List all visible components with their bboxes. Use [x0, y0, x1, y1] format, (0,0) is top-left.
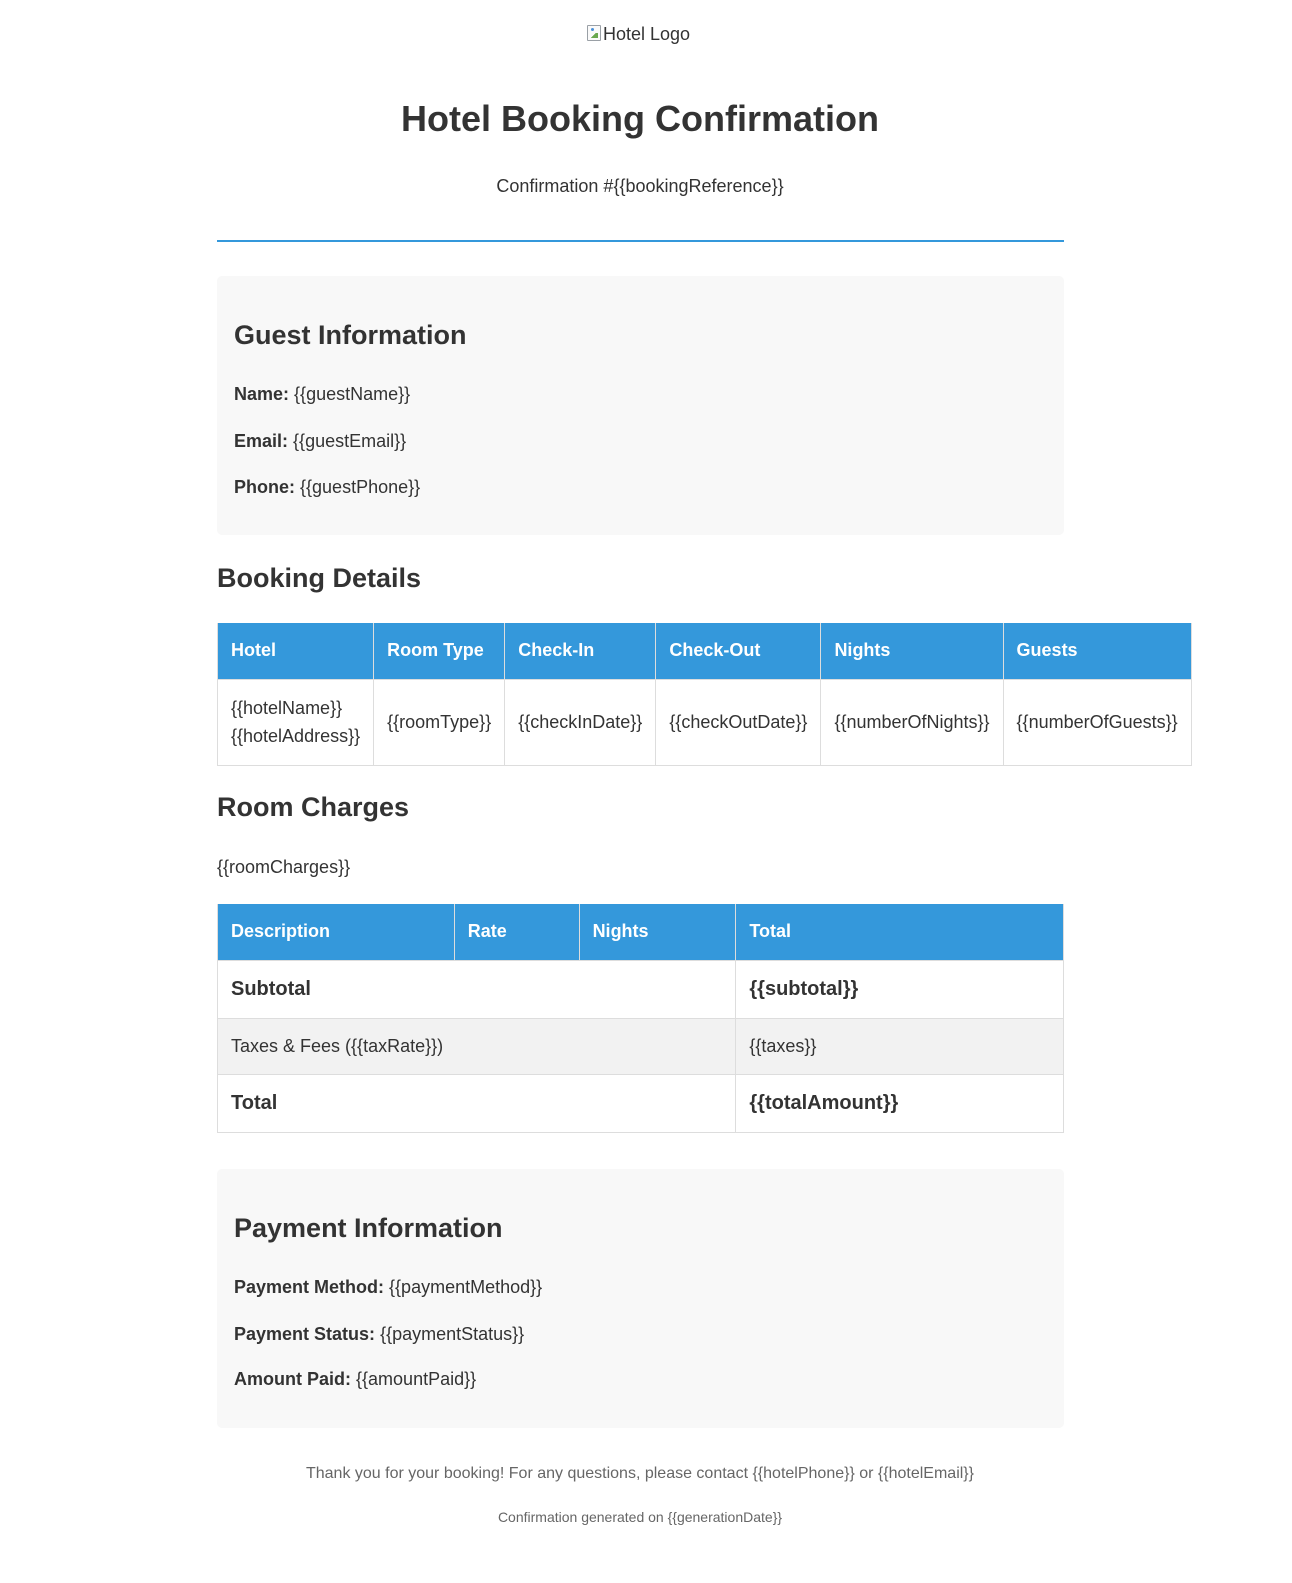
page-title: Hotel Booking Confirmation — [401, 98, 879, 139]
hotel-logo-alt-text: Hotel Logo — [603, 24, 691, 44]
amount-paid-row: Amount Paid: {{amountPaid}} — [234, 1369, 476, 1390]
subtotal-value: {{subtotal}} — [735, 959, 1064, 1019]
header-divider — [217, 240, 1064, 242]
booking-nights-cell: {{numberOfNights}} — [820, 678, 1004, 766]
room-charges-title: Room Charges — [217, 792, 410, 822]
charges-header-rate: Rate — [453, 904, 580, 961]
charges-header-description: Description — [217, 904, 455, 961]
booking-header-hotel: Hotel — [216, 623, 375, 680]
hotel-address: {{hotelAddress}} — [231, 726, 361, 746]
table-row: Subtotal {{subtotal}} — [216, 959, 1064, 1019]
total-value: {{totalAmount}} — [735, 1073, 1064, 1133]
guest-email-row: Email: {{guestEmail}} — [234, 431, 406, 452]
guest-name-row: Name: {{guestName}} — [234, 384, 410, 405]
guest-phone-label: Phone: — [234, 477, 295, 497]
booking-header-nights: Nights — [820, 623, 1004, 680]
booking-guests-cell: {{numberOfGuests}} — [1002, 678, 1192, 766]
broken-image-icon — [587, 24, 601, 41]
subtotal-label: Subtotal — [216, 959, 737, 1019]
taxes-value: {{taxes}} — [735, 1017, 1064, 1075]
booking-header-room-type: Room Type — [373, 623, 506, 680]
room-charges-table: Description Rate Nights Total Subtotal {… — [216, 904, 1064, 1133]
payment-method-value: {{paymentMethod}} — [389, 1277, 543, 1297]
confirmation-number: Confirmation #{{bookingReference}} — [496, 176, 784, 196]
total-label: Total — [216, 1073, 737, 1133]
booking-header-check-out: Check-Out — [655, 623, 822, 680]
payment-status-label: Payment Status: — [234, 1324, 376, 1344]
table-row: Total {{totalAmount}} — [216, 1073, 1064, 1133]
payment-information-card: Payment Information Payment Method: {{pa… — [217, 1169, 1064, 1428]
table-row: Taxes & Fees ({{taxRate}}) {{taxes}} — [216, 1017, 1064, 1075]
booking-hotel-cell: {{hotelName}} {{hotelAddress}} — [216, 678, 375, 766]
guest-phone-row: Phone: {{guestPhone}} — [234, 477, 420, 498]
payment-status-row: Payment Status: {{paymentStatus}} — [234, 1324, 524, 1345]
hotel-name: {{hotelName}} — [231, 698, 343, 718]
guest-name-label: Name: — [234, 384, 290, 404]
charges-header-total: Total — [735, 904, 1064, 961]
hotel-logo: Hotel Logo — [587, 24, 690, 45]
room-charges-placeholder: {{roomCharges}} — [217, 857, 351, 877]
table-row: {{hotelName}} {{hotelAddress}} {{roomTyp… — [216, 678, 1192, 766]
amount-paid-value: {{amountPaid}} — [356, 1369, 477, 1389]
booking-details-table: Hotel Room Type Check-In Check-Out Night… — [216, 623, 1192, 766]
payment-information-title: Payment Information — [234, 1213, 503, 1243]
payment-method-row: Payment Method: {{paymentMethod}} — [234, 1277, 542, 1298]
payment-status-value: {{paymentStatus}} — [380, 1324, 525, 1344]
booking-check-out-cell: {{checkOutDate}} — [655, 678, 822, 766]
booking-header-check-in: Check-In — [504, 623, 657, 680]
guest-phone-value: {{guestPhone}} — [300, 477, 421, 497]
footer-generated-text: Confirmation generated on {{generationDa… — [497, 1509, 783, 1525]
guest-name-value: {{guestName}} — [294, 384, 411, 404]
booking-room-type-cell: {{roomType}} — [373, 678, 506, 766]
booking-header-guests: Guests — [1002, 623, 1192, 680]
guest-information-title: Guest Information — [234, 320, 467, 350]
charges-header-row: Description Rate Nights Total — [217, 904, 1064, 961]
footer-thanks-text: Thank you for your booking! For any ques… — [305, 1465, 974, 1482]
taxes-label: Taxes & Fees ({{taxRate}}) — [216, 1017, 737, 1075]
charges-header-nights: Nights — [578, 904, 737, 961]
guest-email-value: {{guestEmail}} — [293, 431, 407, 451]
booking-header-row: Hotel Room Type Check-In Check-Out Night… — [216, 623, 1192, 680]
payment-method-label: Payment Method: — [234, 1277, 385, 1297]
guest-information-card: Guest Information Name: {{guestName}} Em… — [217, 276, 1064, 535]
booking-check-in-cell: {{checkInDate}} — [504, 678, 657, 766]
guest-email-label: Email: — [234, 431, 289, 451]
booking-details-title: Booking Details — [217, 563, 422, 593]
amount-paid-label: Amount Paid: — [234, 1369, 351, 1389]
